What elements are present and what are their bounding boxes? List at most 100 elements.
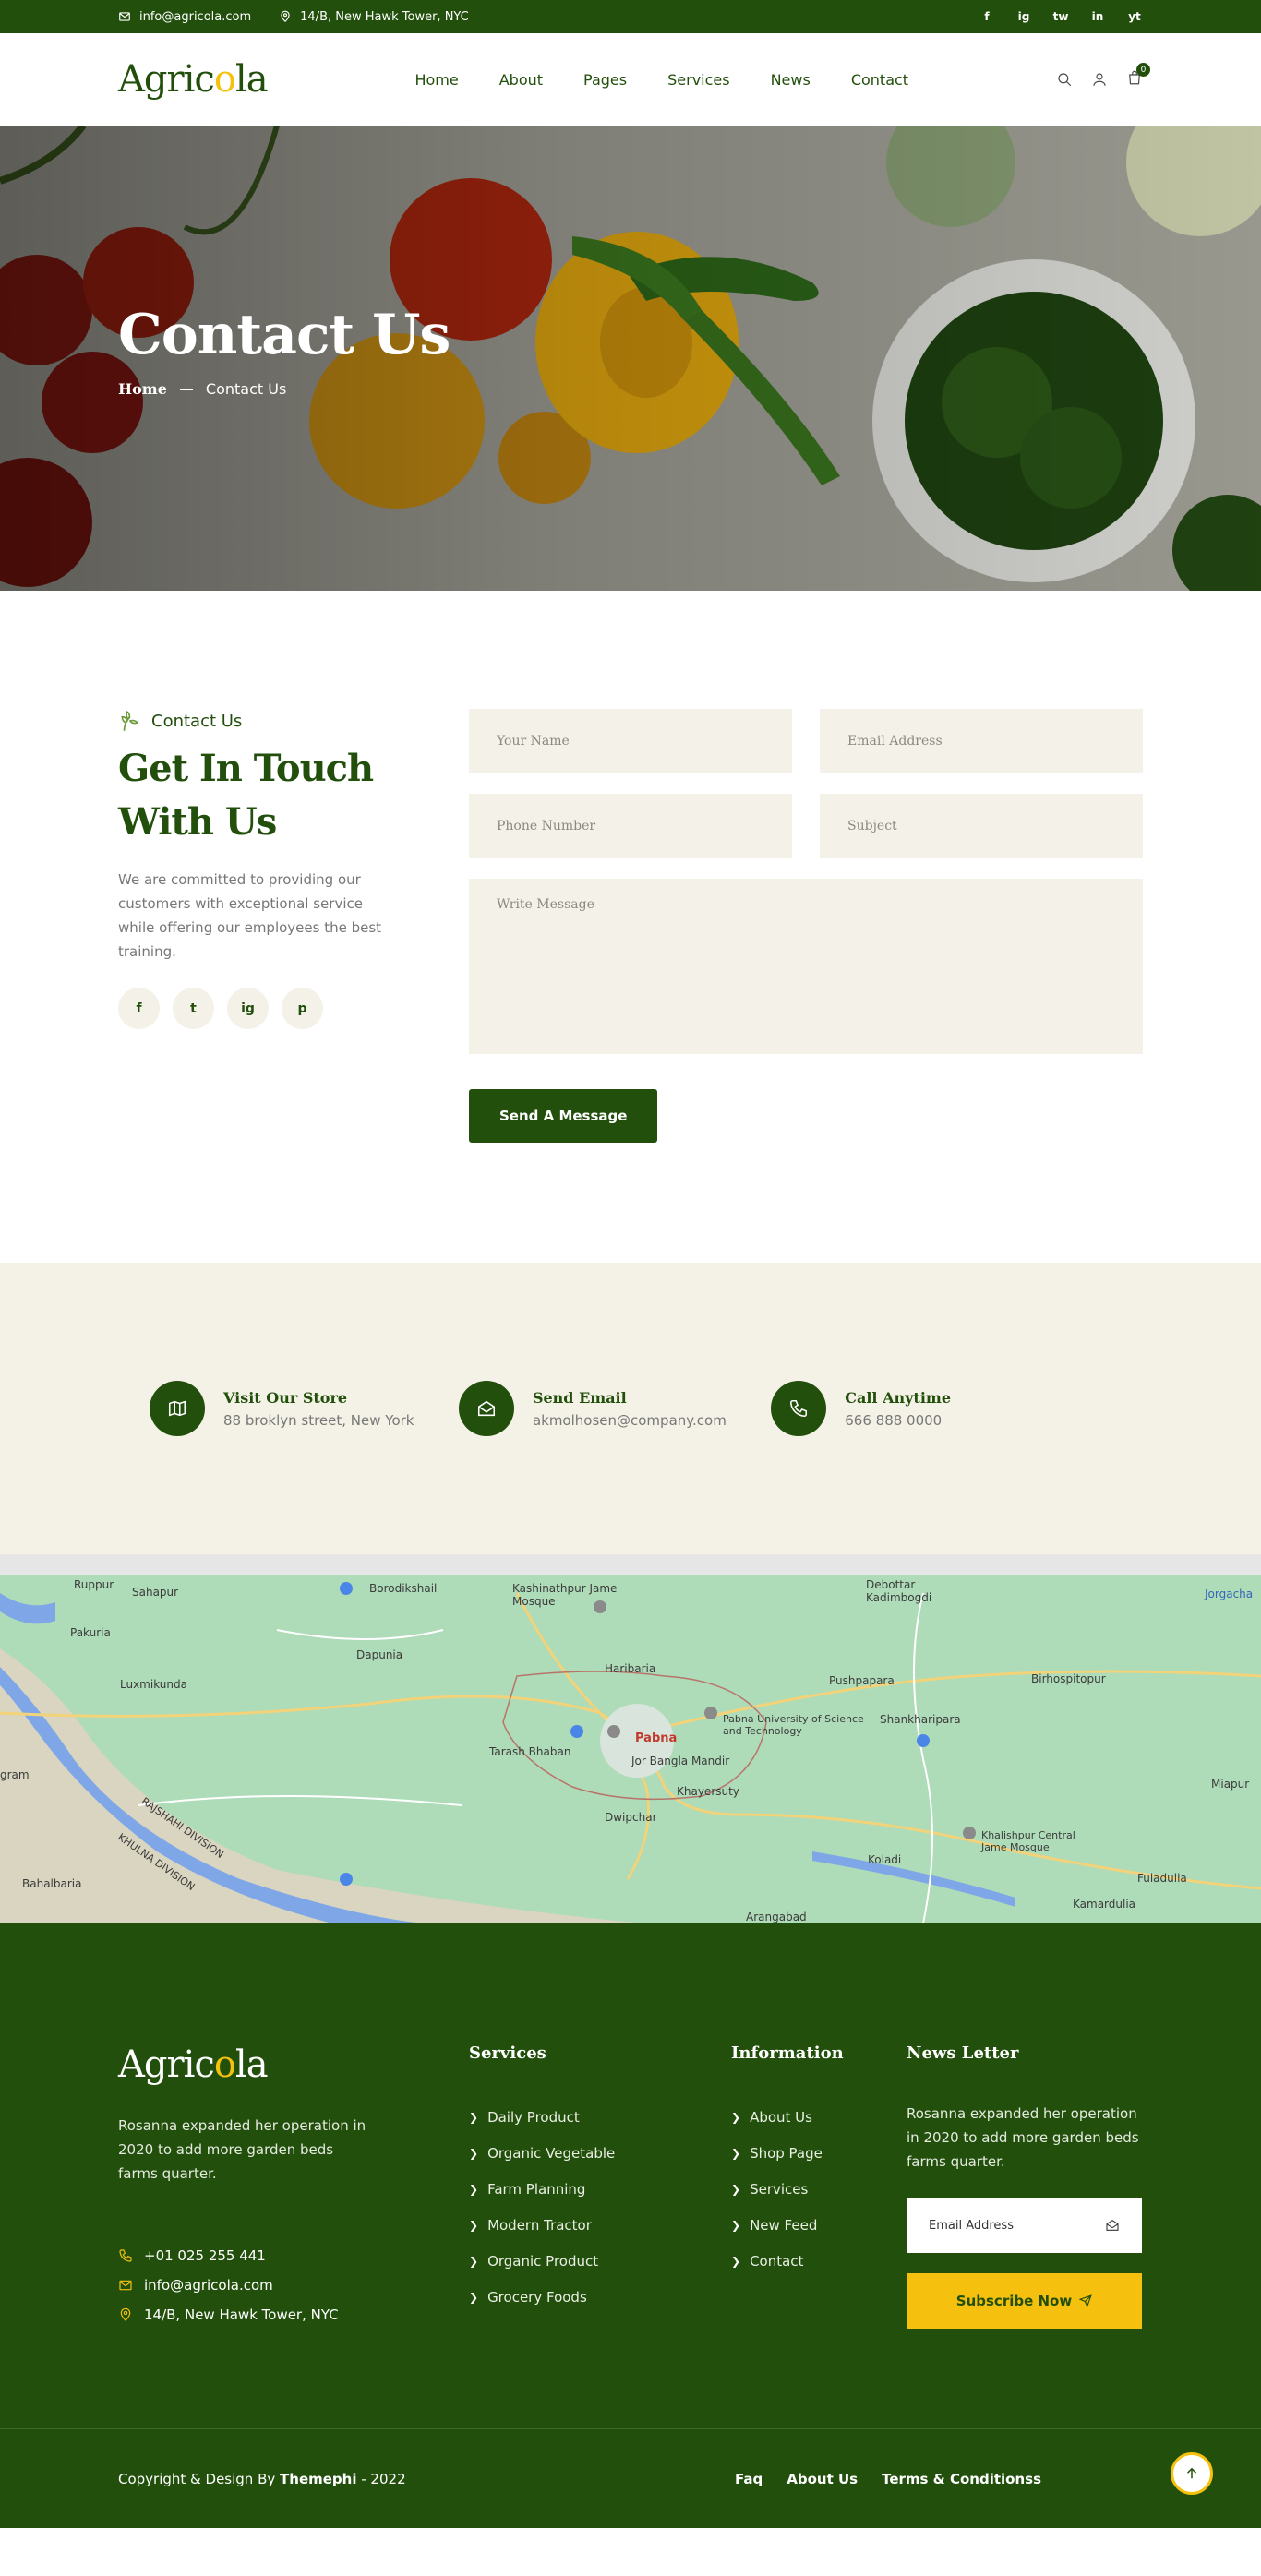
- youtube-icon[interactable]: yt: [1126, 10, 1143, 23]
- form-row: Your Name Email Address: [469, 709, 1143, 773]
- twitter-icon[interactable]: tw: [1052, 10, 1069, 23]
- top-email[interactable]: info@agricola.com: [118, 10, 251, 24]
- pinterest-icon[interactable]: p: [282, 988, 323, 1029]
- footer-address: 14/B, New Hawk Tower, NYC: [118, 2306, 469, 2323]
- top-bar: info@agricola.com 14/B, New Hawk Tower, …: [0, 0, 1261, 33]
- copyright-year: - 2022: [356, 2470, 406, 2487]
- linkedin-icon[interactable]: in: [1089, 10, 1106, 23]
- footer-link[interactable]: ❯ Contact: [731, 2253, 907, 2270]
- email-field[interactable]: Email Address: [820, 709, 1143, 773]
- facebook-icon[interactable]: f: [118, 988, 160, 1029]
- footer-information: Information ❯ About Us ❯ Shop Page ❯ Servic…: [731, 2043, 907, 2336]
- map-label: Koladi: [868, 1853, 902, 1866]
- hero-content: Contact Us Home Contact Us: [118, 303, 450, 398]
- footer-email-text: info@agricola.com: [144, 2277, 273, 2294]
- footer-bottom-bar: Copyright & Design By Themephi - 2022 Fa…: [0, 2428, 1261, 2528]
- footer-link-label: Organic Vegetable: [487, 2145, 616, 2162]
- chevron-right-icon: ❯: [731, 2219, 741, 2232]
- footer-about-link[interactable]: About Us: [787, 2471, 858, 2487]
- location-pin-icon: [281, 10, 290, 23]
- footer-link-label: Organic Product: [487, 2253, 599, 2270]
- footer-link-label: About Us: [750, 2109, 812, 2126]
- top-bar-contacts: info@agricola.com 14/B, New Hawk Tower, …: [118, 10, 469, 24]
- site-header: Agricola Home About Pages Services News …: [0, 33, 1261, 126]
- info-title: Call Anytime: [845, 1388, 951, 1407]
- info-value[interactable]: akmolhosen@company.com: [533, 1412, 727, 1429]
- subject-field[interactable]: Subject: [820, 794, 1143, 858]
- location-map[interactable]: Ruppur Sahapur Borodikshail Kashinathpur…: [0, 1554, 1261, 1923]
- subscribe-button[interactable]: Subscribe Now: [907, 2273, 1142, 2329]
- message-field[interactable]: Write Message: [469, 879, 1143, 1054]
- scroll-to-top-button[interactable]: [1171, 2452, 1213, 2495]
- nav-home[interactable]: Home: [414, 71, 458, 89]
- info-value: 88 broklyn street, New York: [223, 1411, 414, 1429]
- footer-link[interactable]: ❯ Organic Product: [469, 2253, 731, 2270]
- user-icon[interactable]: [1091, 71, 1108, 88]
- info-text: Visit Our Store 88 broklyn street, New Y…: [223, 1389, 414, 1429]
- map-label: Jorgacha: [1205, 1588, 1254, 1600]
- nav-services[interactable]: Services: [667, 71, 729, 89]
- footer-email[interactable]: info@agricola.com: [118, 2277, 469, 2294]
- footer-phone-text: +01 025 255 441: [144, 2247, 266, 2264]
- instagram-icon[interactable]: ig: [1015, 10, 1032, 23]
- map-label: Birhospitopur: [1031, 1672, 1106, 1685]
- mail-open-icon: [1106, 2220, 1119, 2231]
- footer-link[interactable]: ❯ About Us: [731, 2109, 907, 2126]
- info-value[interactable]: 666 888 0000: [845, 1412, 951, 1429]
- footer-terms-link[interactable]: Terms & Conditionss: [882, 2471, 1041, 2487]
- search-icon[interactable]: [1056, 71, 1073, 88]
- logo-text-o: o: [213, 58, 236, 101]
- footer-phone[interactable]: +01 025 255 441: [118, 2247, 469, 2264]
- map-label: Khayersuty: [677, 1785, 739, 1798]
- instagram-icon[interactable]: ig: [227, 988, 269, 1029]
- footer-link[interactable]: ❯ Services: [731, 2181, 907, 2198]
- footer-link[interactable]: ❯ Shop Page: [731, 2145, 907, 2162]
- contact-social: f t ig p: [118, 988, 391, 1029]
- nav-about[interactable]: About: [499, 71, 543, 89]
- map-label: Jor Bangla Mandir: [631, 1755, 730, 1767]
- chevron-right-icon: ❯: [731, 2255, 741, 2268]
- map-label: Shankharipara: [880, 1713, 961, 1726]
- send-message-button[interactable]: Send A Message: [469, 1089, 658, 1143]
- newsletter-email-input[interactable]: Email Address: [907, 2198, 1142, 2253]
- form-row: Phone Number Subject: [469, 794, 1143, 858]
- footer-link-label: Contact: [750, 2253, 804, 2270]
- name-field[interactable]: Your Name: [469, 709, 792, 773]
- footer-link[interactable]: ❯ Daily Product: [469, 2109, 731, 2126]
- arrow-up-icon: [1186, 2467, 1197, 2479]
- footer-link[interactable]: ❯ Grocery Foods: [469, 2289, 731, 2306]
- map-label: Miapur: [1211, 1778, 1250, 1791]
- site-logo[interactable]: Agricola: [118, 58, 269, 101]
- footer-link[interactable]: ❯ Organic Vegetable: [469, 2145, 731, 2162]
- footer-link[interactable]: ❯ New Feed: [731, 2217, 907, 2234]
- map-label: gram: [0, 1768, 30, 1781]
- cart-button[interactable]: 0: [1126, 63, 1150, 90]
- logo-text-end: la: [234, 58, 269, 101]
- map-label: Dapunia: [356, 1648, 403, 1661]
- nav-pages[interactable]: Pages: [583, 71, 627, 89]
- site-footer: Agricola Rosanna expanded her operation …: [0, 1923, 1261, 2528]
- footer-faq-link[interactable]: Faq: [735, 2471, 763, 2487]
- heading-line-2: With Us: [118, 800, 277, 844]
- map-city-label: Pabna: [635, 1731, 678, 1745]
- heading-line-1: Get In Touch: [118, 747, 374, 790]
- nav-contact[interactable]: Contact: [851, 71, 908, 89]
- copyright-text: Copyright & Design By: [118, 2470, 281, 2487]
- footer-link[interactable]: ❯ Farm Planning: [469, 2181, 731, 2198]
- contact-section: Contact Us Get In Touch With Us We are co…: [0, 591, 1261, 1263]
- footer-link[interactable]: ❯ Modern Tractor: [469, 2217, 731, 2234]
- breadcrumb-home[interactable]: Home: [118, 380, 167, 398]
- footer-link-label: Shop Page: [750, 2145, 823, 2162]
- map-label: Khalishpur Central Jame Mosque: [981, 1829, 1075, 1853]
- phone-field[interactable]: Phone Number: [469, 794, 792, 858]
- chevron-right-icon: ❯: [731, 2111, 741, 2124]
- facebook-icon[interactable]: f: [979, 10, 995, 23]
- top-address-text: 14/B, New Hawk Tower, NYC: [300, 9, 469, 24]
- twitter-icon[interactable]: t: [173, 988, 214, 1029]
- header-actions: 0: [1056, 63, 1150, 90]
- footer-logo[interactable]: Agricola: [118, 2043, 469, 2086]
- info-title: Send Email: [532, 1388, 627, 1407]
- nav-news[interactable]: News: [771, 71, 811, 89]
- copyright-brand[interactable]: Themephi: [280, 2471, 356, 2487]
- chevron-right-icon: ❯: [469, 2219, 479, 2232]
